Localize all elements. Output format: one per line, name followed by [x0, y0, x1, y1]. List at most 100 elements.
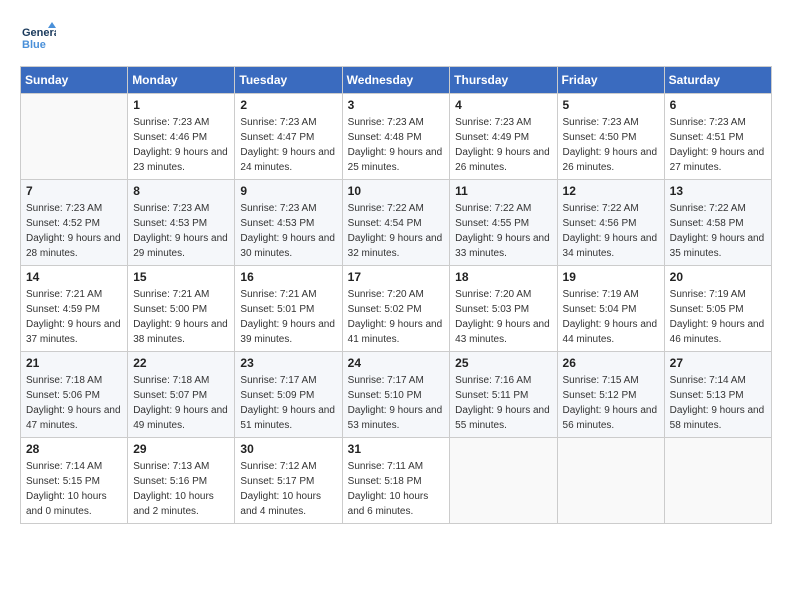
day-number: 13 — [670, 184, 766, 198]
day-info: Sunrise: 7:22 AMSunset: 4:58 PMDaylight:… — [670, 201, 766, 261]
weekday-header-sunday: Sunday — [21, 67, 128, 94]
day-info: Sunrise: 7:22 AMSunset: 4:54 PMDaylight:… — [348, 201, 445, 261]
calendar-cell: 11Sunrise: 7:22 AMSunset: 4:55 PMDayligh… — [450, 180, 557, 266]
day-number: 9 — [240, 184, 336, 198]
day-info: Sunrise: 7:22 AMSunset: 4:56 PMDaylight:… — [563, 201, 659, 261]
week-row-2: 7 Sunrise: 7:23 AMSunset: 4:52 PMDaylight… — [21, 180, 772, 266]
calendar-cell: 21Sunrise: 7:18 AMSunset: 5:06 PMDayligh… — [21, 352, 128, 438]
day-number: 3 — [348, 98, 445, 112]
week-row-5: 28Sunrise: 7:14 AMSunset: 5:15 PMDayligh… — [21, 438, 772, 524]
day-number: 24 — [348, 356, 445, 370]
day-number: 26 — [563, 356, 659, 370]
day-info: Sunrise: 7:21 AMSunset: 4:59 PMDaylight:… — [26, 287, 122, 347]
day-number: 31 — [348, 442, 445, 456]
day-info: Sunrise: 7:17 AMSunset: 5:09 PMDaylight:… — [240, 373, 336, 433]
weekday-header-monday: Monday — [128, 67, 235, 94]
day-number: 8 — [133, 184, 229, 198]
calendar-cell: 23Sunrise: 7:17 AMSunset: 5:09 PMDayligh… — [235, 352, 342, 438]
calendar-cell: 28Sunrise: 7:14 AMSunset: 5:15 PMDayligh… — [21, 438, 128, 524]
day-number: 10 — [348, 184, 445, 198]
calendar-cell: 29 Sunrise: 7:13 AMSunset: 5:16 PMDayligh… — [128, 438, 235, 524]
day-info: Sunrise: 7:11 AMSunset: 5:18 PMDaylight:… — [348, 459, 445, 519]
day-info: Sunrise: 7:21 AMSunset: 5:00 PMDaylight:… — [133, 287, 229, 347]
day-info: Sunrise: 7:18 AMSunset: 5:07 PMDaylight:… — [133, 373, 229, 433]
day-number: 4 — [455, 98, 551, 112]
day-info: Sunrise: 7:20 AMSunset: 5:03 PMDaylight:… — [455, 287, 551, 347]
day-number: 12 — [563, 184, 659, 198]
day-number: 22 — [133, 356, 229, 370]
day-info: Sunrise: 7:23 AMSunset: 4:50 PMDaylight:… — [563, 115, 659, 175]
logo: General Blue — [20, 20, 62, 56]
day-number: 20 — [670, 270, 766, 284]
day-number: 2 — [240, 98, 336, 112]
day-info: Sunrise: 7:19 AMSunset: 5:04 PMDaylight:… — [563, 287, 659, 347]
calendar-cell: 19Sunrise: 7:19 AMSunset: 5:04 PMDayligh… — [557, 266, 664, 352]
day-number: 14 — [26, 270, 122, 284]
calendar-cell: 14 Sunrise: 7:21 AMSunset: 4:59 PMDayligh… — [21, 266, 128, 352]
weekday-header-friday: Friday — [557, 67, 664, 94]
calendar-cell: 3 Sunrise: 7:23 AMSunset: 4:48 PMDaylight… — [342, 94, 450, 180]
day-number: 17 — [348, 270, 445, 284]
day-number: 16 — [240, 270, 336, 284]
calendar-cell: 22 Sunrise: 7:18 AMSunset: 5:07 PMDayligh… — [128, 352, 235, 438]
page-header: General Blue — [20, 20, 772, 56]
calendar-cell: 25 Sunrise: 7:16 AMSunset: 5:11 PMDayligh… — [450, 352, 557, 438]
calendar-cell: 6Sunrise: 7:23 AMSunset: 4:51 PMDaylight… — [664, 94, 771, 180]
weekday-header-saturday: Saturday — [664, 67, 771, 94]
calendar-cell: 4 Sunrise: 7:23 AMSunset: 4:49 PMDaylight… — [450, 94, 557, 180]
svg-text:Blue: Blue — [22, 39, 46, 51]
weekday-header-thursday: Thursday — [450, 67, 557, 94]
calendar-cell — [557, 438, 664, 524]
calendar-cell: 24 Sunrise: 7:17 AMSunset: 5:10 PMDayligh… — [342, 352, 450, 438]
day-number: 29 — [133, 442, 229, 456]
weekday-header-wednesday: Wednesday — [342, 67, 450, 94]
day-info: Sunrise: 7:18 AMSunset: 5:06 PMDaylight:… — [26, 373, 122, 433]
week-row-3: 14 Sunrise: 7:21 AMSunset: 4:59 PMDayligh… — [21, 266, 772, 352]
calendar-cell: 2 Sunrise: 7:23 AMSunset: 4:47 PMDaylight… — [235, 94, 342, 180]
day-info: Sunrise: 7:19 AMSunset: 5:05 PMDaylight:… — [670, 287, 766, 347]
calendar-cell: 31 Sunrise: 7:11 AMSunset: 5:18 PMDayligh… — [342, 438, 450, 524]
week-row-1: 1 Sunrise: 7:23 AMSunset: 4:46 PMDaylight… — [21, 94, 772, 180]
day-info: Sunrise: 7:16 AMSunset: 5:11 PMDaylight:… — [455, 373, 551, 433]
day-info: Sunrise: 7:23 AMSunset: 4:48 PMDaylight:… — [348, 115, 445, 175]
day-info: Sunrise: 7:23 AMSunset: 4:53 PMDaylight:… — [133, 201, 229, 261]
day-number: 18 — [455, 270, 551, 284]
day-info: Sunrise: 7:23 AMSunset: 4:46 PMDaylight:… — [133, 115, 229, 175]
calendar-cell: 5 Sunrise: 7:23 AMSunset: 4:50 PMDaylight… — [557, 94, 664, 180]
day-info: Sunrise: 7:23 AMSunset: 4:53 PMDaylight:… — [240, 201, 336, 261]
day-info: Sunrise: 7:15 AMSunset: 5:12 PMDaylight:… — [563, 373, 659, 433]
calendar-cell: 18 Sunrise: 7:20 AMSunset: 5:03 PMDayligh… — [450, 266, 557, 352]
calendar-cell: 1 Sunrise: 7:23 AMSunset: 4:46 PMDaylight… — [128, 94, 235, 180]
day-info: Sunrise: 7:23 AMSunset: 4:47 PMDaylight:… — [240, 115, 336, 175]
day-info: Sunrise: 7:23 AMSunset: 4:49 PMDaylight:… — [455, 115, 551, 175]
calendar-cell: 30 Sunrise: 7:12 AMSunset: 5:17 PMDayligh… — [235, 438, 342, 524]
day-info: Sunrise: 7:20 AMSunset: 5:02 PMDaylight:… — [348, 287, 445, 347]
calendar-cell: 7 Sunrise: 7:23 AMSunset: 4:52 PMDaylight… — [21, 180, 128, 266]
weekday-header-tuesday: Tuesday — [235, 67, 342, 94]
day-number: 7 — [26, 184, 122, 198]
day-info: Sunrise: 7:13 AMSunset: 5:16 PMDaylight:… — [133, 459, 229, 519]
calendar-cell: 26 Sunrise: 7:15 AMSunset: 5:12 PMDayligh… — [557, 352, 664, 438]
day-number: 30 — [240, 442, 336, 456]
day-number: 1 — [133, 98, 229, 112]
calendar-cell: 8 Sunrise: 7:23 AMSunset: 4:53 PMDaylight… — [128, 180, 235, 266]
day-info: Sunrise: 7:14 AMSunset: 5:13 PMDaylight:… — [670, 373, 766, 433]
day-number: 5 — [563, 98, 659, 112]
day-info: Sunrise: 7:14 AMSunset: 5:15 PMDaylight:… — [26, 459, 122, 519]
day-number: 15 — [133, 270, 229, 284]
calendar-cell: 9 Sunrise: 7:23 AMSunset: 4:53 PMDaylight… — [235, 180, 342, 266]
calendar-cell: 20 Sunrise: 7:19 AMSunset: 5:05 PMDayligh… — [664, 266, 771, 352]
day-info: Sunrise: 7:17 AMSunset: 5:10 PMDaylight:… — [348, 373, 445, 433]
day-info: Sunrise: 7:12 AMSunset: 5:17 PMDaylight:… — [240, 459, 336, 519]
day-info: Sunrise: 7:21 AMSunset: 5:01 PMDaylight:… — [240, 287, 336, 347]
svg-text:General: General — [22, 27, 56, 39]
calendar-cell: 27 Sunrise: 7:14 AMSunset: 5:13 PMDayligh… — [664, 352, 771, 438]
calendar-cell: 12 Sunrise: 7:22 AMSunset: 4:56 PMDayligh… — [557, 180, 664, 266]
calendar-cell — [21, 94, 128, 180]
day-number: 25 — [455, 356, 551, 370]
day-number: 6 — [670, 98, 766, 112]
day-info: Sunrise: 7:23 AMSunset: 4:52 PMDaylight:… — [26, 201, 122, 261]
day-number: 11 — [455, 184, 551, 198]
day-number: 27 — [670, 356, 766, 370]
calendar-cell — [664, 438, 771, 524]
